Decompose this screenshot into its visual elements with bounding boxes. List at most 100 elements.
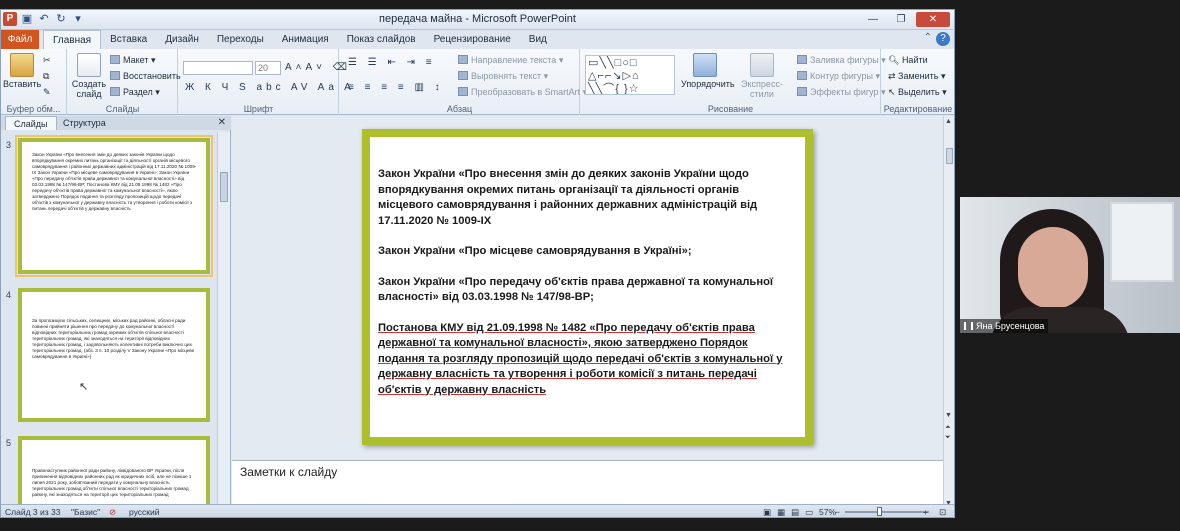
arrange-button[interactable]: Упорядочить (681, 53, 735, 89)
shapes-gallery[interactable]: ▭╲╲□○□ △⌐⌐↘▷⌂ ╲╲⌒{ }☆ (585, 55, 675, 95)
find-icon: 🔍︎ (888, 55, 902, 65)
thumbnail-text: Правонаступник районної ради району, лік… (32, 468, 192, 497)
slides-pane-tabs: Слайды Структура ✕ (1, 116, 231, 130)
current-slide[interactable]: Закон України «Про внесення змін до деяк… (362, 129, 813, 445)
effects-icon (797, 87, 807, 96)
title-bar: P ▣ ↶ ↻ ▾ передача майна - Microsoft Pow… (1, 10, 954, 30)
language-indicator[interactable]: русский (129, 507, 160, 517)
new-slide-icon (77, 53, 101, 77)
thumbnail-list: 3 Закон України «Про внесення змін до де… (1, 132, 217, 513)
tab-slideshow[interactable]: Показ слайдов (338, 30, 425, 49)
section-icon (110, 87, 120, 96)
smartart-icon (458, 87, 468, 96)
slide-scrollbar[interactable]: ▲ ▼ ⏶ ⏷ ▼ (943, 116, 954, 513)
list-icons[interactable]: ☰ ☰ ⇤ ⇥ ≡ (348, 57, 436, 68)
scrollbar-thumb[interactable] (946, 148, 953, 164)
webcam-video: Яна Брусенцова (960, 197, 1180, 333)
replace-icon: ⇄ (888, 71, 899, 81)
zoom-slider-knob[interactable] (877, 507, 882, 516)
slide-sorter-icon[interactable]: ▦ (777, 507, 785, 517)
select-button[interactable]: ↖ Выделить ▾ (888, 87, 947, 98)
mouse-cursor-icon: ↖ (79, 381, 89, 393)
font-format-icons[interactable]: Ж К Ч S abc AV Aa A (185, 82, 355, 93)
tab-design[interactable]: Дизайн (156, 30, 208, 49)
drawing-group: ▭╲╲□○□ △⌐⌐↘▷⌂ ╲╲⌒{ }☆ Упорядочить Экспресс… (581, 49, 886, 115)
editing-group: 🔍︎ Найти ⇄ Заменить ▾ ↖ Выделить ▾ Редак… (883, 55, 953, 114)
previous-slide-icon[interactable]: ⏶ (945, 424, 951, 432)
reset-button[interactable]: Восстановить (110, 71, 181, 81)
zoom-slider[interactable] (845, 507, 929, 516)
normal-view-icon[interactable]: ▣ (763, 507, 771, 517)
reading-view-icon[interactable]: ▤ (791, 507, 799, 517)
paste-button[interactable]: Вставить (3, 53, 41, 89)
minimize-icon[interactable]: — (860, 12, 886, 27)
new-slide-button[interactable]: Создать слайд (70, 53, 108, 99)
tab-outline[interactable]: Структура (55, 116, 114, 130)
shape-fill-button[interactable]: Заливка фигуры ▾ (797, 55, 886, 66)
signal-bars-icon (964, 322, 973, 330)
font-name-field[interactable] (183, 61, 253, 75)
tab-slides[interactable]: Слайды (5, 116, 57, 130)
spellcheck-icon[interactable]: ⊘ (109, 507, 116, 517)
layout-button[interactable]: Макет ▾ (110, 55, 156, 66)
scroll-down-icon[interactable]: ▼ (945, 412, 952, 419)
align-text-icon (458, 71, 468, 80)
tab-animation[interactable]: Анимация (273, 30, 338, 49)
format-painter-icon[interactable]: ✎ (43, 87, 51, 98)
shape-effects-button[interactable]: Эффекты фигур ▾ (797, 87, 886, 98)
font-size-field[interactable]: 20 (255, 61, 281, 75)
fit-to-window-icon[interactable]: ⊡ (939, 507, 946, 517)
slide-paragraph: Постанова КМУ від 21.09.1998 № 1482 «Про… (378, 321, 783, 396)
quick-styles-icon (750, 53, 774, 77)
slide-content[interactable]: Закон України «Про внесення змін до деяк… (378, 167, 795, 413)
screen: P ▣ ↶ ↻ ▾ передача майна - Microsoft Pow… (0, 0, 1180, 531)
replace-button[interactable]: ⇄ Заменить ▾ (888, 71, 946, 82)
collapse-ribbon-icon[interactable]: ⌃ (924, 32, 932, 46)
tab-file[interactable]: Файл (1, 30, 39, 49)
next-slide-icon[interactable]: ⏷ (945, 434, 951, 442)
align-icons[interactable]: ≡ ≡ ≡ ≡ ▥ ↕ (348, 82, 444, 93)
text-direction-button[interactable]: Направление текста ▾ (458, 55, 563, 66)
zoom-in-icon[interactable]: + (923, 507, 928, 517)
font-group: 20 A˄A˅ ⌫ Ж К Ч S abc AV Aa A Шрифт (179, 49, 351, 115)
window-title: передача майна - Microsoft PowerPoint (379, 13, 576, 25)
tab-review[interactable]: Рецензирование (425, 30, 520, 49)
close-pane-icon[interactable]: ✕ (218, 117, 226, 128)
shape-outline-button[interactable]: Контур фигуры ▾ (797, 71, 880, 82)
maximize-icon[interactable]: ❐ (888, 12, 914, 27)
slide-paragraph: Закон України «Про місцеве самоврядуванн… (378, 245, 692, 257)
quick-styles-button[interactable]: Экспресс-стили (731, 53, 793, 99)
slide-paragraph: Закон України «Про внесення змін до деяк… (378, 168, 758, 227)
tab-home[interactable]: Главная (43, 30, 102, 49)
section-button[interactable]: Раздел ▾ (110, 87, 160, 98)
copy-icon[interactable]: ⧉ (43, 71, 49, 82)
tab-insert[interactable]: Вставка (101, 30, 156, 49)
zoom-level[interactable]: 57% (819, 507, 836, 517)
tab-view[interactable]: Вид (520, 30, 556, 49)
webcam-person-face (1018, 227, 1088, 309)
scrollbar-thumb[interactable] (220, 172, 228, 202)
window-controls: — ❐ ✕ (860, 12, 950, 27)
slide-thumbnail-5[interactable]: Правонаступник районної ради району, лік… (18, 436, 210, 513)
slides-group: Создать слайд Макет ▾ Восстановить Разде… (68, 49, 181, 115)
slide-thumbnail-4[interactable]: За пропозицією сільських, селищних, місь… (18, 288, 210, 422)
webcam-name-label: Яна Брусенцова (960, 319, 1049, 333)
select-icon: ↖ (888, 87, 899, 97)
slides-pane: Слайды Структура ✕ 3 Закон України «Про … (1, 116, 231, 513)
scroll-up-icon[interactable]: ▲ (945, 118, 952, 125)
slide-thumbnail-3[interactable]: Закон України «Про внесення змін до деяк… (15, 135, 213, 277)
close-icon[interactable]: ✕ (916, 12, 950, 27)
cut-icon[interactable]: ✂ (43, 55, 51, 66)
ribbon: Вставить ✂ ⧉ ✎ Буфер обм... Создать слай… (1, 49, 954, 115)
reset-icon (110, 71, 120, 80)
zoom-out-icon[interactable]: − (835, 507, 840, 517)
layout-icon (110, 55, 120, 64)
tab-transitions[interactable]: Переходы (208, 30, 273, 49)
find-button[interactable]: 🔍︎ Найти (888, 55, 928, 66)
help-icon[interactable]: ? (936, 32, 950, 46)
help-area: ⌃ ? (924, 32, 950, 46)
slides-pane-scrollbar[interactable] (217, 132, 230, 513)
smartart-button[interactable]: Преобразовать в SmartArt ▾ (458, 87, 587, 98)
slideshow-icon[interactable]: ▭ (805, 507, 813, 517)
align-text-button[interactable]: Выровнять текст ▾ (458, 71, 548, 82)
